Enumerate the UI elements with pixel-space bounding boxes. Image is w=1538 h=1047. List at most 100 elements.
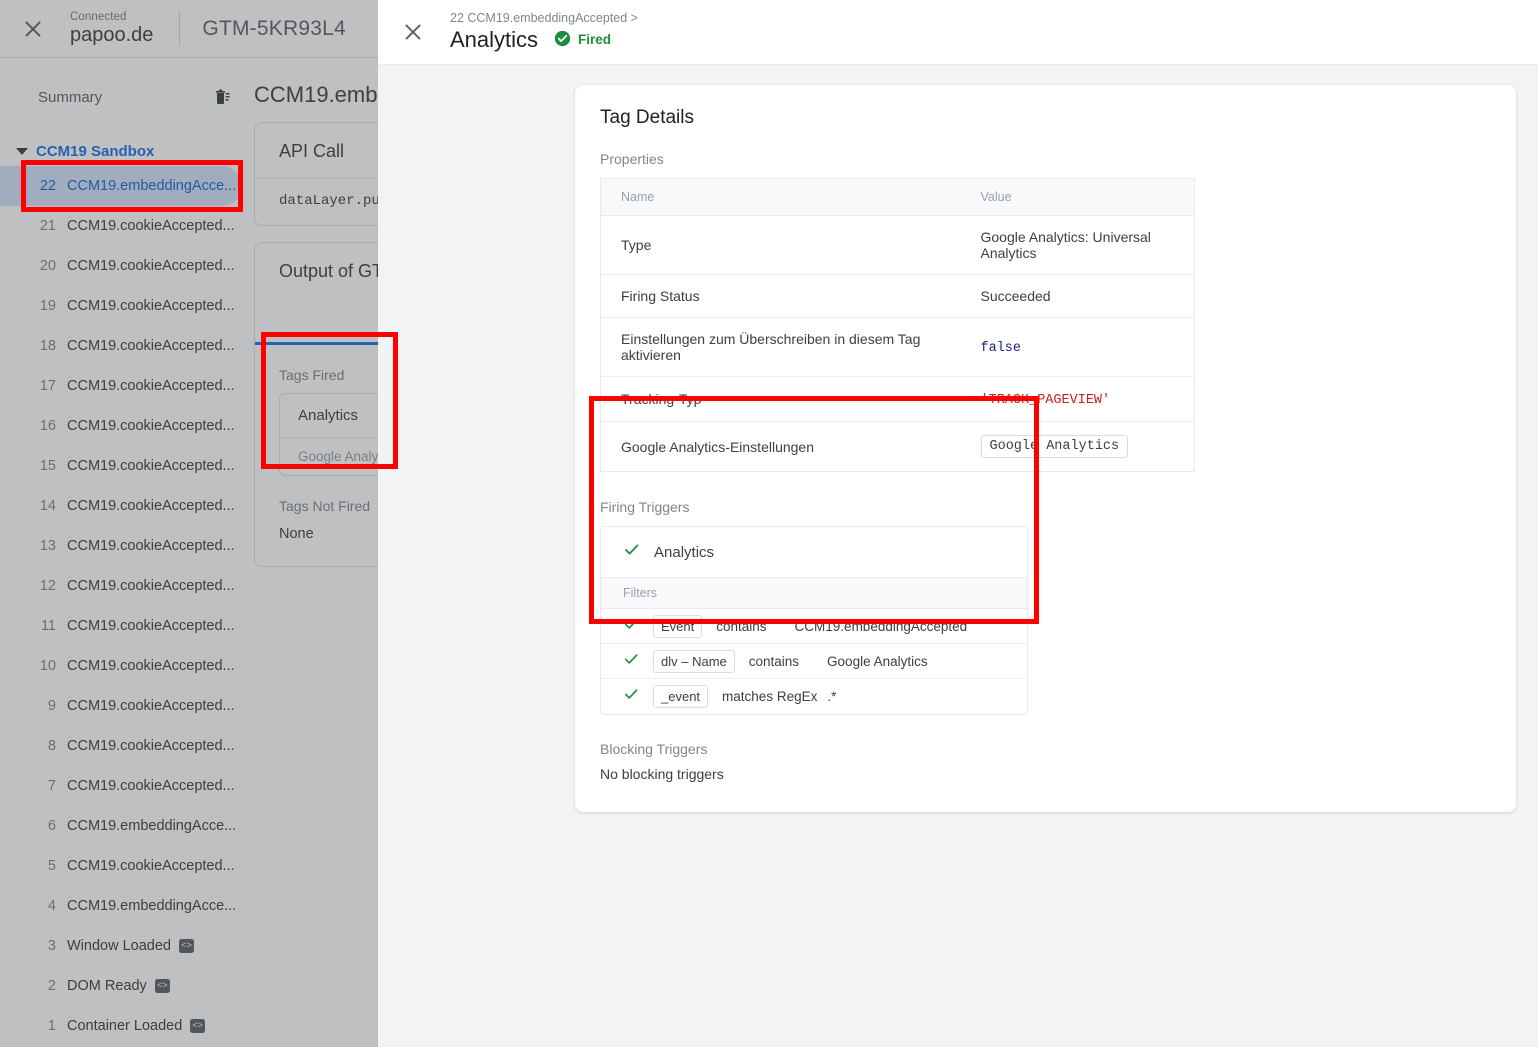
trigger-header[interactable]: Analytics	[601, 527, 1027, 577]
event-name: CCM19.embeddingAcce...	[67, 178, 236, 194]
property-value-code: false	[981, 341, 1022, 356]
check-icon	[623, 541, 640, 563]
properties-table-body: TypeGoogle Analytics: Universal Analytic…	[601, 216, 1195, 472]
property-name: Type	[601, 216, 961, 275]
trigger-name: Analytics	[654, 544, 714, 561]
event-name: CCM19.cookieAccepted...	[67, 298, 235, 314]
event-list-item[interactable]: 15CCM19.cookieAccepted...	[0, 446, 242, 486]
event-name: CCM19.cookieAccepted...	[67, 538, 235, 554]
event-index: 21	[30, 218, 56, 234]
event-index: 22	[30, 178, 56, 194]
event-index: 20	[30, 258, 56, 274]
event-list-item[interactable]: 14CCM19.cookieAccepted...	[0, 486, 242, 526]
filter-variable-chip[interactable]: Event	[653, 615, 702, 638]
event-list-item[interactable]: 22 CCM19.embeddingAcce...	[0, 166, 242, 206]
breadcrumb[interactable]: 22 CCM19.embeddingAccepted >	[450, 12, 638, 26]
event-list-item[interactable]: 16CCM19.cookieAccepted...	[0, 406, 242, 446]
property-name: Firing Status	[601, 275, 961, 318]
tag-detail-panel: 22 CCM19.embeddingAccepted > Analytics F…	[378, 0, 1538, 1047]
selected-event-title: CCM19.embe	[254, 82, 390, 108]
event-list-item[interactable]: 2DOM Ready<>	[0, 966, 242, 1006]
event-name: CCM19.cookieAccepted...	[67, 498, 235, 514]
event-name: CCM19.cookieAccepted...	[67, 338, 235, 354]
event-index: 1	[30, 1018, 56, 1034]
property-value: 'TRACK_PAGEVIEW'	[961, 377, 1195, 422]
property-name: Einstellungen zum Überschreiben in diese…	[601, 318, 961, 377]
event-index: 7	[30, 778, 56, 794]
firing-triggers-label: Firing Triggers	[600, 499, 1491, 515]
event-list-item[interactable]: 10CCM19.cookieAccepted...	[0, 646, 242, 686]
event-list: 22CCM19.embeddingAcce...21CCM19.cookieAc…	[0, 166, 250, 1046]
panel-header-text: 22 CCM19.embeddingAccepted > Analytics F…	[450, 12, 638, 53]
event-index: 11	[30, 618, 56, 634]
event-list-item[interactable]: 19CCM19.cookieAccepted...	[0, 286, 242, 326]
event-list-item[interactable]: 7CCM19.cookieAccepted...	[0, 766, 242, 806]
close-icon[interactable]	[402, 21, 424, 43]
event-name: CCM19.cookieAccepted...	[67, 618, 235, 634]
property-name: Google Analytics-Einstellungen	[601, 422, 961, 472]
chevron-down-icon[interactable]	[16, 148, 28, 155]
event-name: CCM19.cookieAccepted...	[67, 698, 235, 714]
event-name: CCM19.cookieAccepted...	[67, 378, 235, 394]
property-value-chip[interactable]: Google Analytics	[981, 435, 1129, 458]
event-list-item[interactable]: 20 CCM19.cookieAccepted...	[0, 246, 242, 286]
event-list-item[interactable]: 5CCM19.cookieAccepted...	[0, 846, 242, 886]
filter-row: dlv – NamecontainsGoogle Analytics	[601, 644, 1027, 679]
filters-list: Event contains CCM19.embeddingAccepted dlv …	[601, 609, 1027, 714]
event-sidebar: CCM19 Sandbox 22 CCM19.embeddingAcce... 21…	[0, 136, 250, 1047]
event-name: Window Loaded	[67, 938, 171, 954]
close-icon[interactable]	[22, 18, 44, 40]
sidebar-tree-header[interactable]: CCM19 Sandbox	[0, 136, 250, 166]
event-name: CCM19.cookieAccepted...	[67, 258, 235, 274]
event-list-item[interactable]: 17 CCM19.cookieAccepted...	[0, 366, 242, 406]
event-list-item[interactable]: 18CCM19.cookieAccepted...	[0, 326, 242, 366]
table-row: Firing StatusSucceeded	[601, 275, 1195, 318]
event-list-item[interactable]: 3Window Loaded<>	[0, 926, 242, 966]
column-header-name: Name	[601, 179, 961, 216]
event-list-item[interactable]: 9CCM19.cookieAccepted...	[0, 686, 242, 726]
property-name: Tracking-Typ	[601, 377, 961, 422]
check-icon	[623, 686, 639, 707]
event-list-item[interactable]: 13CCM19.cookieAccepted...	[0, 526, 242, 566]
status-badge: Fired	[554, 30, 611, 52]
properties-table: Name Value TypeGoogle Analytics: Univers…	[600, 178, 1195, 472]
property-value: Succeeded	[961, 275, 1195, 318]
card-title: Tag Details	[600, 107, 1491, 129]
summary-label[interactable]: Summary	[38, 89, 102, 106]
filter-variable-chip[interactable]: dlv – Name	[653, 650, 735, 673]
event-list-item[interactable]: 1Container Loaded<>	[0, 1006, 242, 1046]
event-index: 8	[30, 738, 56, 754]
check-circle-icon	[554, 30, 571, 52]
sidebar-tree-label: CCM19 Sandbox	[36, 143, 154, 160]
event-list-item[interactable]: 21CCM19.cookieAccepted...	[0, 206, 242, 246]
event-list-item[interactable]: 8CCM19.cookieAccepted...	[0, 726, 242, 766]
event-index: 17	[30, 378, 56, 394]
page-title: Analytics	[450, 28, 538, 52]
event-index: 3	[30, 938, 56, 954]
filter-variable-chip[interactable]: _event	[653, 685, 708, 708]
divider	[179, 12, 180, 46]
event-list-item[interactable]: 12CCM19.cookieAccepted...	[0, 566, 242, 606]
event-index: 6	[30, 818, 56, 834]
event-index: 15	[30, 458, 56, 474]
blocking-triggers-section: Blocking Triggers No blocking triggers	[600, 741, 1491, 782]
filters-label: Filters	[601, 577, 1027, 609]
event-name: CCM19.cookieAccepted...	[67, 578, 235, 594]
connection-info: Connected papoo.de	[70, 11, 153, 45]
filter-value: CCM19.embeddingAccepted	[795, 619, 968, 634]
property-value: Google Analytics: Universal Analytics	[961, 216, 1195, 275]
event-list-item[interactable]: 6 CCM19.embeddingAcce...	[0, 806, 242, 846]
event-list-item[interactable]: 11 CCM19.cookieAccepted...	[0, 606, 242, 646]
properties-label: Properties	[600, 151, 1491, 167]
filter-operator: contains	[716, 619, 766, 634]
check-icon	[623, 616, 639, 637]
firing-triggers-section: Firing Triggers Analytics Filters Eventc…	[600, 499, 1491, 715]
table-row: Google Analytics-Einstellungen Google Ana…	[601, 422, 1195, 472]
event-name: CCM19.cookieAccepted...	[67, 418, 235, 434]
trash-icon[interactable]	[212, 87, 232, 107]
event-name: CCM19.embeddingAcce...	[67, 818, 236, 834]
filter-value: .*	[827, 689, 836, 704]
panel-header: 22 CCM19.embeddingAccepted > Analytics F…	[378, 0, 1538, 65]
connected-label: Connected	[70, 11, 153, 23]
event-list-item[interactable]: 4CCM19.embeddingAcce...	[0, 886, 242, 926]
